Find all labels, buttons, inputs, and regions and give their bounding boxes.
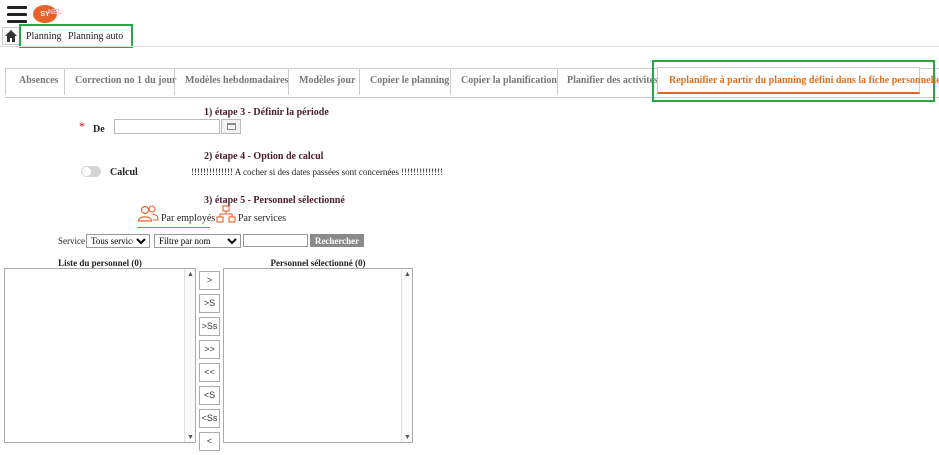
users-icon[interactable] bbox=[137, 205, 159, 223]
calendar-button[interactable] bbox=[221, 119, 241, 134]
tab-divider bbox=[5, 68, 6, 95]
service-select[interactable]: Tous services bbox=[86, 234, 150, 248]
tab-divider bbox=[359, 68, 360, 95]
tab-copier-planning[interactable]: Copier le planning bbox=[370, 75, 449, 86]
calendar-icon bbox=[227, 123, 236, 130]
home-button[interactable] bbox=[2, 27, 20, 45]
scroll-up-icon[interactable]: ▲ bbox=[404, 270, 411, 278]
selected-list-title: Personnel sélectionné (0) bbox=[270, 258, 366, 268]
tab-planifier-activites[interactable]: Planifier des activités bbox=[567, 75, 658, 86]
tab-divider bbox=[174, 68, 175, 95]
tab-divider bbox=[450, 68, 451, 95]
search-button[interactable]: Rechercher bbox=[310, 234, 364, 247]
scroll-down-icon[interactable]: ▼ bbox=[404, 433, 411, 441]
filter-select[interactable]: Filtre par nom bbox=[154, 234, 241, 248]
step3-title: 1) étape 3 - Définir la période bbox=[204, 107, 329, 118]
service-label: Service bbox=[58, 236, 85, 246]
scroll-up-icon[interactable]: ▲ bbox=[187, 270, 194, 278]
toggle-knob bbox=[82, 167, 91, 176]
step4-title: 2) étape 4 - Option de calcul bbox=[204, 151, 324, 162]
selected-list[interactable]: ▲ ▼ bbox=[223, 268, 413, 443]
de-label: De bbox=[93, 124, 105, 135]
move-all-right-button[interactable]: >> bbox=[199, 340, 220, 359]
header-divider bbox=[0, 46, 939, 47]
org-chart-icon[interactable] bbox=[216, 205, 236, 223]
staff-list-scrollbar[interactable]: ▲ ▼ bbox=[184, 269, 195, 442]
calcul-label: Calcul bbox=[110, 167, 138, 178]
required-mark: * bbox=[79, 119, 85, 133]
tab-copier-planification[interactable]: Copier la planification bbox=[461, 75, 557, 86]
move-right-s-button[interactable]: >S bbox=[199, 294, 220, 313]
tab-modeles-jour[interactable]: Modèles jour bbox=[299, 75, 355, 86]
calcul-warning: !!!!!!!!!!!!!! A cocher si des dates pas… bbox=[191, 167, 444, 177]
mode-employees-underline bbox=[137, 227, 210, 228]
logo-rest-text: NEL bbox=[48, 9, 62, 16]
tab-divider bbox=[288, 68, 289, 95]
tab-divider bbox=[557, 68, 558, 95]
menu-icon[interactable] bbox=[7, 6, 27, 24]
breadcrumb-item-planning[interactable]: Planning bbox=[26, 31, 62, 42]
staff-list-title: Liste du personnel (0) bbox=[58, 258, 142, 268]
date-from-input[interactable] bbox=[114, 119, 220, 134]
breadcrumb-item-planning-auto[interactable]: Planning auto bbox=[68, 31, 123, 42]
scroll-down-icon[interactable]: ▼ bbox=[187, 433, 194, 441]
move-left-s-button[interactable]: <S bbox=[199, 386, 220, 405]
move-left-button[interactable]: < bbox=[199, 432, 220, 451]
mode-services-label[interactable]: Par services bbox=[238, 213, 286, 224]
selected-list-scrollbar[interactable]: ▲ ▼ bbox=[401, 269, 412, 442]
move-right-button[interactable]: > bbox=[199, 271, 220, 290]
tab-modeles-hebdomadaires[interactable]: Modèles hebdomadaires bbox=[185, 75, 288, 86]
move-right-ss-button[interactable]: >Ss bbox=[199, 317, 220, 336]
home-icon bbox=[5, 30, 17, 42]
tab-absences[interactable]: Absences bbox=[19, 75, 58, 86]
active-tab-highlight bbox=[652, 60, 935, 102]
tab-divider bbox=[64, 68, 65, 95]
calcul-toggle[interactable] bbox=[81, 166, 101, 177]
mode-employees-label[interactable]: Par employés bbox=[161, 213, 215, 224]
search-input[interactable] bbox=[243, 234, 308, 247]
move-left-ss-button[interactable]: <Ss bbox=[199, 409, 220, 428]
staff-list[interactable]: ▲ ▼ bbox=[4, 268, 196, 443]
move-all-left-button[interactable]: << bbox=[199, 363, 220, 382]
tab-correction[interactable]: Correction no 1 du jour bbox=[75, 75, 176, 86]
